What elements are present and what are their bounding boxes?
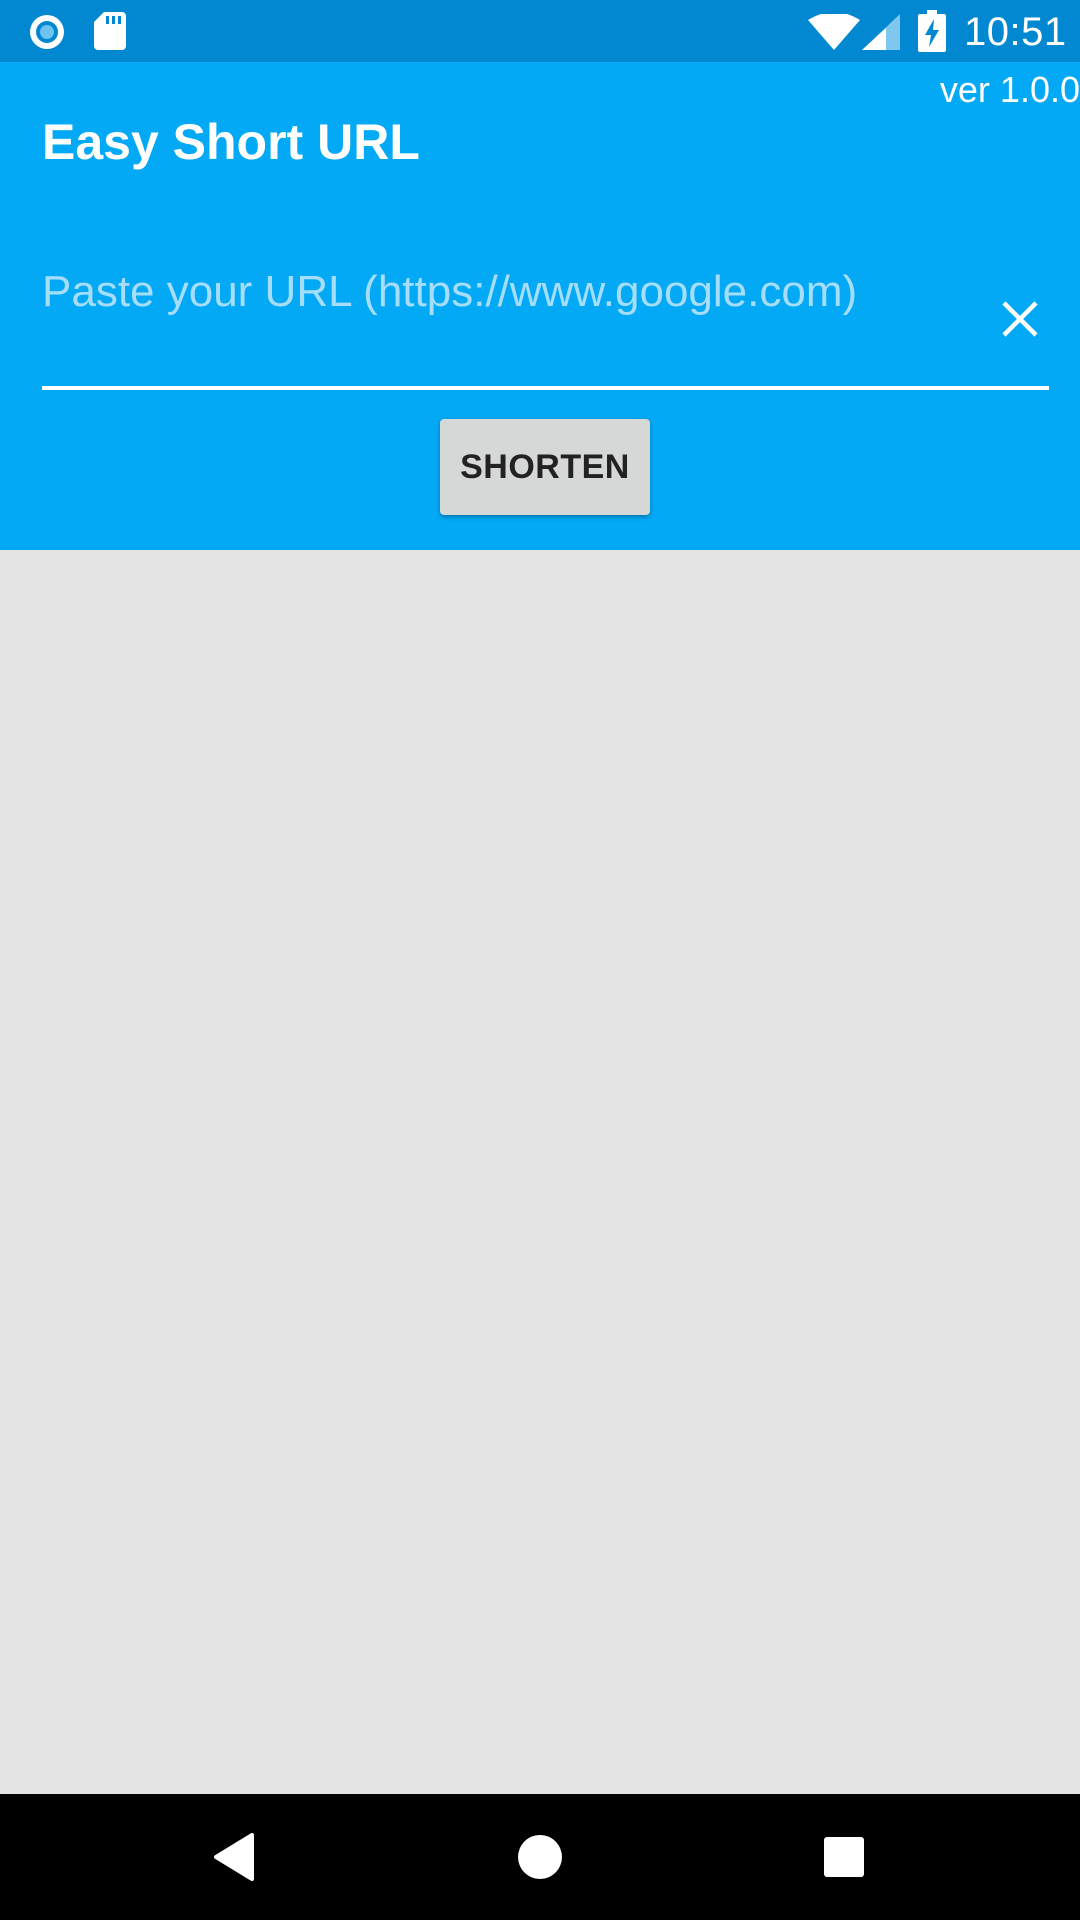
version-label: ver 1.0.0 [939,69,1080,110]
status-time: 10:51 [964,10,1067,54]
url-input[interactable] [42,264,982,376]
back-icon[interactable] [206,1827,266,1887]
app-header: ver 1.0.0 Easy Short URL SHORTEN [0,62,1080,550]
navigation-bar [0,1794,1080,1920]
url-field [42,262,1049,390]
app-title: Easy Short URL [42,114,420,170]
wifi-icon [808,14,860,50]
home-icon[interactable] [510,1827,570,1887]
cell-signal-icon [862,14,900,50]
record-circle-icon [30,15,64,49]
shorten-button[interactable]: SHORTEN [440,419,650,515]
content-area [0,550,1080,1794]
app-screen: 10:51 ver 1.0.0 Easy Short URL SHORTEN [0,0,1080,1920]
sd-card-icon [94,12,126,50]
close-icon[interactable] [995,294,1045,344]
recents-icon[interactable] [814,1827,874,1887]
status-bar: 10:51 [0,0,1080,62]
battery-charging-icon [918,10,946,52]
